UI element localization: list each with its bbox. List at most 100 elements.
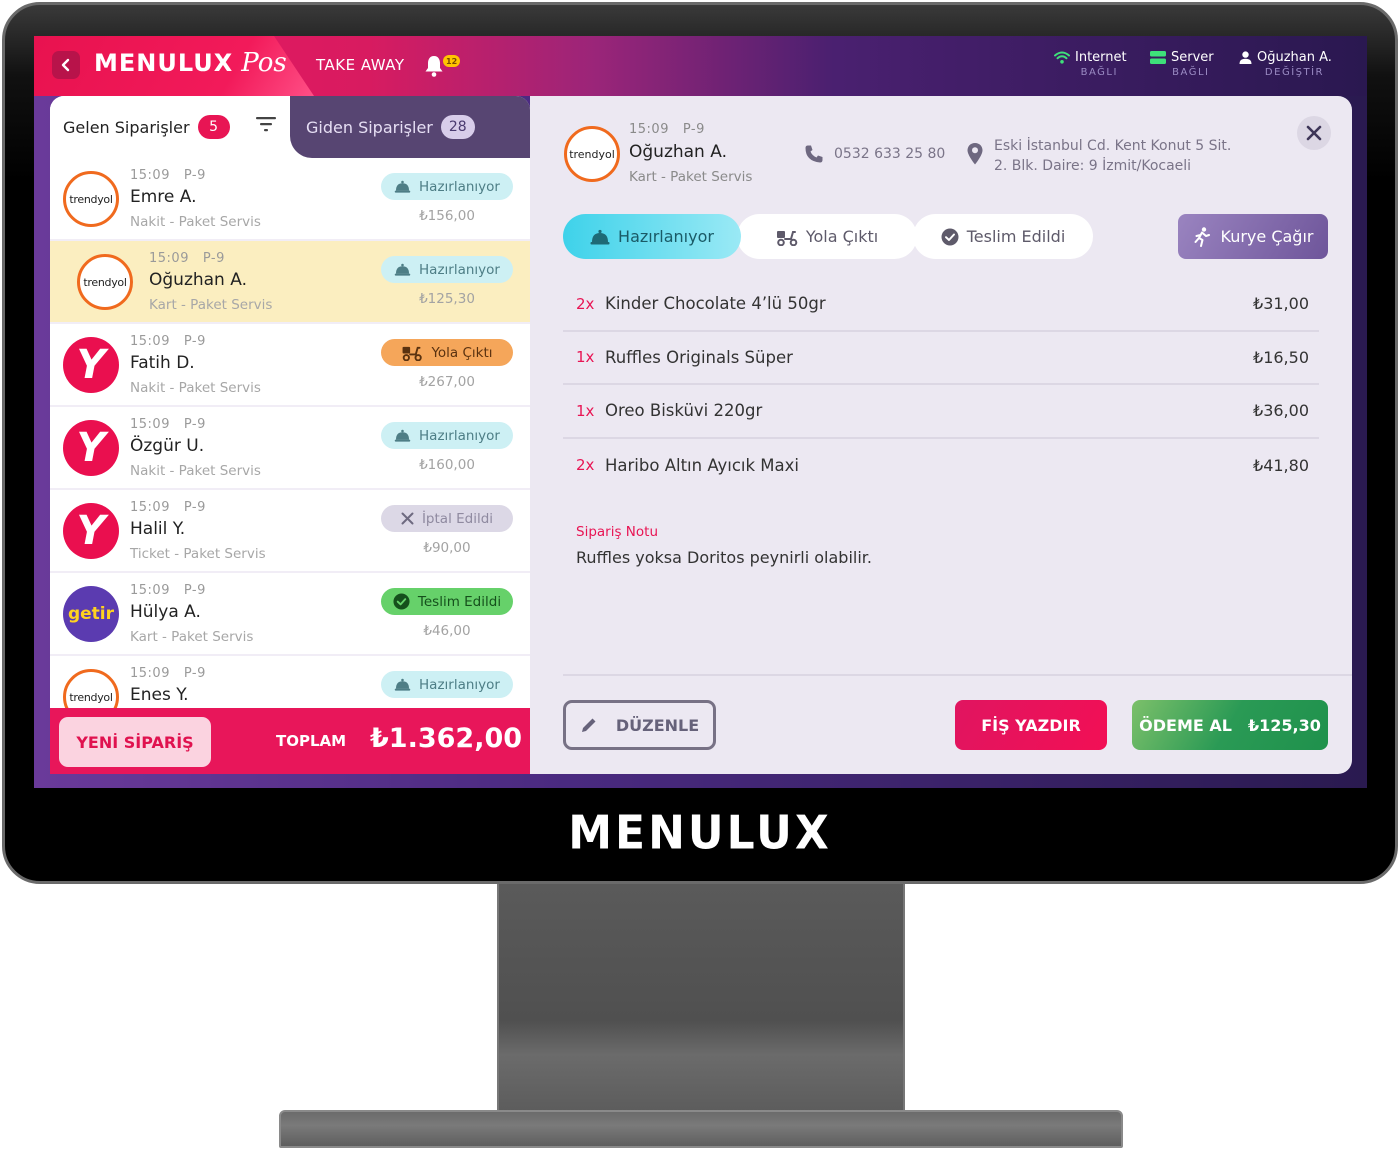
incoming-count-badge: 5 bbox=[197, 115, 230, 139]
order-customer: Enes Y. bbox=[130, 685, 189, 705]
order-row[interactable]: getir 15:09 P-9 Hülya A. Kart - Paket Servi… bbox=[50, 573, 530, 656]
outgoing-count-badge: 28 bbox=[440, 115, 475, 139]
order-note-text: Ruffles yoksa Doritos peynirli olabilir. bbox=[576, 548, 872, 567]
step-on-the-way[interactable]: Yola Çıktı bbox=[737, 214, 917, 259]
order-items-list: 2x Kinder Chocolate 4’lü 50gr ₺31,00 1x Ruff… bbox=[563, 278, 1319, 492]
close-button[interactable] bbox=[1297, 116, 1331, 150]
chevron-left-icon bbox=[61, 58, 70, 72]
order-meta: 15:09 P-9 bbox=[130, 583, 206, 598]
order-item-row[interactable]: 1x Oreo Bisküvi 220gr ₺36,00 bbox=[563, 385, 1319, 439]
item-price: ₺16,50 bbox=[1253, 347, 1309, 367]
step-preparing[interactable]: Hazırlanıyor bbox=[563, 214, 741, 259]
item-quantity: 1x bbox=[576, 401, 595, 420]
address-line-1: Eski İstanbul Cd. Kent Konut 5 Sit. bbox=[994, 138, 1232, 154]
take-payment-label: ÖDEME AL bbox=[1139, 715, 1232, 735]
order-payment: Kart - Paket Servis bbox=[130, 629, 254, 645]
order-row[interactable]: trendyol 15:09 P-9 Emre A. Nakit - Paket Se… bbox=[50, 158, 530, 241]
take-payment-button[interactable]: ÖDEME AL ₺125,30 bbox=[1132, 700, 1328, 750]
order-row[interactable]: trendyol 15:09 P-9 Oğuzhan A. Kart - Paket … bbox=[50, 241, 530, 324]
item-price: ₺36,00 bbox=[1253, 401, 1309, 421]
user-name-label: Oğuzhan A. bbox=[1257, 50, 1332, 65]
item-price: ₺41,80 bbox=[1253, 455, 1309, 475]
user-icon bbox=[1239, 51, 1252, 64]
edit-order-button[interactable]: DÜZENLE bbox=[563, 700, 716, 750]
check-circle-icon bbox=[941, 228, 959, 245]
user-switch-sub: DEĞİŞTİR bbox=[1264, 67, 1324, 78]
order-time: 15:09 bbox=[130, 334, 170, 349]
order-status-label: Yola Çıktı bbox=[431, 344, 493, 361]
back-button[interactable] bbox=[52, 51, 80, 79]
internet-status-sub: BAĞLI bbox=[1080, 67, 1118, 78]
order-ref: P-9 bbox=[183, 334, 206, 349]
tab-outgoing-label: Giden Siparişler bbox=[306, 117, 433, 137]
order-item-row[interactable]: 2x Kinder Chocolate 4’lü 50gr ₺31,00 bbox=[563, 278, 1319, 332]
order-customer: Halil Y. bbox=[130, 519, 186, 539]
order-item-row[interactable]: 1x Ruffles Originals Süper ₺16,50 bbox=[563, 332, 1319, 385]
location-pin-icon bbox=[967, 143, 983, 165]
monitor-stand-neck bbox=[497, 884, 905, 1112]
order-time: 15:09 bbox=[149, 251, 189, 266]
order-meta: 15:09 P-9 bbox=[130, 666, 206, 681]
detail-phone[interactable]: 0532 633 25 80 bbox=[804, 144, 945, 164]
logo-script-text: Pos bbox=[241, 48, 287, 78]
user-switch[interactable]: Oğuzhan A. DEĞİŞTİR bbox=[1239, 50, 1332, 78]
server-status-sub: BAĞLI bbox=[1172, 67, 1210, 78]
order-mode-label[interactable]: TAKE AWAY bbox=[316, 56, 405, 74]
close-icon bbox=[1306, 125, 1322, 141]
order-amount: ₺267,00 bbox=[419, 374, 475, 390]
item-name: Kinder Chocolate 4’lü 50gr bbox=[605, 294, 826, 314]
order-status-badge: Yola Çıktı bbox=[381, 339, 513, 366]
order-ref: P-9 bbox=[183, 583, 206, 598]
order-ref: P-9 bbox=[183, 666, 206, 681]
orders-footer: YENİ SİPARİŞ TOPLAM ₺1.362,00 bbox=[50, 708, 530, 774]
order-row[interactable]: trendyol 15:09 P-9 Enes Y. Hazırlanıyor bbox=[50, 656, 530, 708]
tab-incoming-label: Gelen Siparişler bbox=[63, 117, 190, 137]
order-meta: 15:09 P-9 bbox=[130, 500, 206, 515]
order-row[interactable]: Y 15:09 P-9 Fatih D. Nakit - Paket Servis Yo… bbox=[50, 324, 530, 407]
pos-screen: MENULUX Pos TAKE AWAY 12 Internet BAĞLI bbox=[34, 36, 1367, 788]
order-time: 15:09 bbox=[130, 583, 170, 598]
cloche-icon bbox=[394, 263, 411, 276]
item-price: ₺31,00 bbox=[1253, 294, 1309, 314]
order-time: 15:09 bbox=[130, 168, 170, 183]
notification-count-badge: 12 bbox=[443, 55, 461, 67]
tab-incoming-orders[interactable]: Gelen Siparişler 5 bbox=[50, 96, 290, 158]
order-ref: P-9 bbox=[183, 417, 206, 432]
order-amount: ₺156,00 bbox=[419, 208, 475, 224]
logo-main-text: MENULUX bbox=[94, 49, 234, 77]
detail-ref: P-9 bbox=[682, 122, 705, 137]
order-status-badge: Hazırlanıyor bbox=[381, 671, 513, 698]
detail-phone-number: 0532 633 25 80 bbox=[834, 146, 946, 162]
order-ref: P-9 bbox=[183, 500, 206, 515]
order-list[interactable]: trendyol 15:09 P-9 Emre A. Nakit - Paket Se… bbox=[50, 158, 530, 708]
print-receipt-button[interactable]: FİŞ YAZDIR bbox=[955, 700, 1107, 750]
order-amount: ₺125,30 bbox=[419, 291, 475, 307]
platform-logo-trendyol: trendyol bbox=[63, 669, 119, 708]
orders-panel: Gelen Siparişler 5 Giden Siparişler 28 t… bbox=[50, 96, 530, 774]
order-customer: Özgür U. bbox=[130, 436, 205, 456]
new-order-button[interactable]: YENİ SİPARİŞ bbox=[59, 717, 211, 767]
step-delivered[interactable]: Teslim Edildi bbox=[913, 214, 1093, 259]
order-item-row[interactable]: 2x Haribo Altın Ayıcık Maxi ₺41,80 bbox=[563, 439, 1319, 493]
order-row[interactable]: Y 15:09 P-9 Özgür U. Nakit - Paket Servis Ha… bbox=[50, 407, 530, 490]
take-payment-amount: ₺125,30 bbox=[1247, 715, 1321, 735]
order-time: 15:09 bbox=[130, 417, 170, 432]
order-status-label: Hazırlanıyor bbox=[419, 427, 500, 444]
cloche-icon bbox=[394, 678, 411, 691]
monitor-stand-base bbox=[279, 1110, 1123, 1148]
edit-order-label: DÜZENLE bbox=[615, 715, 700, 735]
order-status-label: Hazırlanıyor bbox=[419, 261, 500, 278]
detail-customer-name: Oğuzhan A. bbox=[629, 142, 727, 162]
filter-icon[interactable] bbox=[256, 116, 276, 132]
order-note-label: Sipariş Notu bbox=[576, 524, 658, 540]
pencil-icon bbox=[581, 718, 596, 732]
bell-icon[interactable] bbox=[423, 54, 445, 78]
detail-address: Eski İstanbul Cd. Kent Konut 5 Sit. 2. B… bbox=[966, 136, 1231, 176]
order-row[interactable]: Y 15:09 P-9 Halil Y. Ticket - Paket Servis İ… bbox=[50, 490, 530, 573]
platform-logo-getir: getir bbox=[63, 586, 119, 642]
phone-icon bbox=[805, 145, 823, 163]
tab-outgoing-orders[interactable]: Giden Siparişler 28 bbox=[290, 96, 530, 158]
call-courier-button[interactable]: Kurye Çağır bbox=[1178, 214, 1328, 259]
order-status-stepper: Hazırlanıyor Yola Çıktı Teslim Edildi bbox=[563, 214, 1093, 259]
platform-logo-trendyol: trendyol bbox=[77, 254, 133, 310]
